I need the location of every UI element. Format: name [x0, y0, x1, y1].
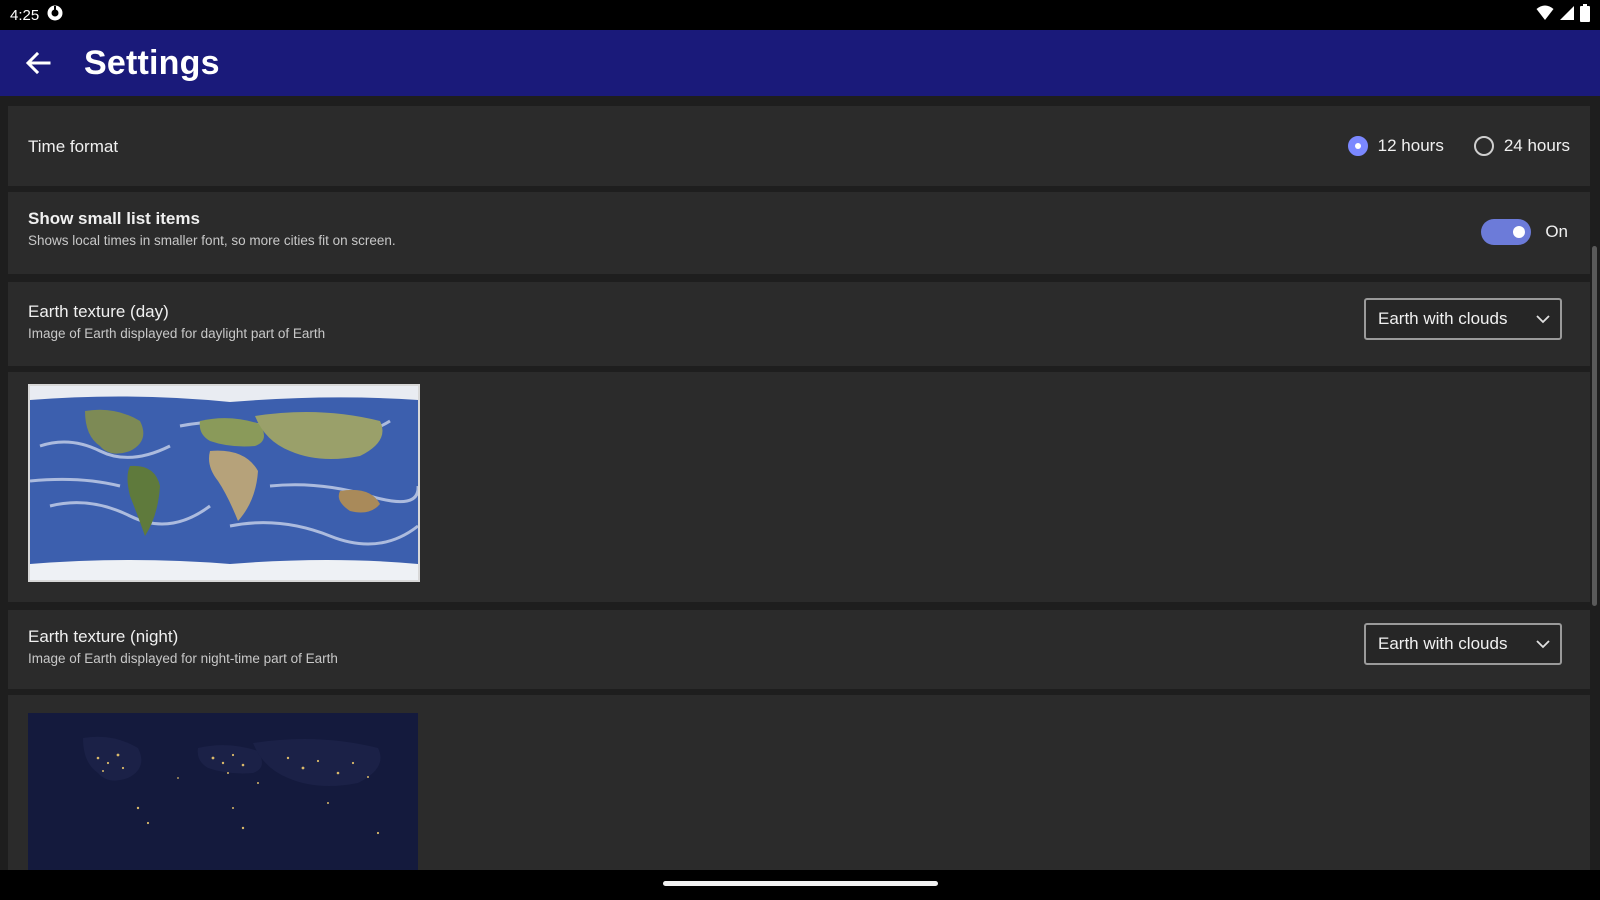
- radio-12-hours[interactable]: 12 hours: [1347, 136, 1444, 156]
- earth-day-title: Earth texture (day): [28, 302, 169, 321]
- arrow-back-icon: [25, 51, 51, 75]
- battery-icon: [1580, 4, 1590, 26]
- section-divider: [8, 689, 1590, 695]
- status-right: [1536, 4, 1590, 26]
- earth-night-subtitle: Image of Earth displayed for night-time …: [28, 651, 338, 666]
- signal-icon: [1559, 5, 1575, 25]
- time-format-label: Time format: [28, 137, 119, 156]
- earth-night-title: Earth texture (night): [28, 627, 179, 646]
- chevron-down-icon: [1536, 640, 1550, 649]
- status-bar: 4:25: [0, 0, 1600, 30]
- radio-24-hours[interactable]: 24 hours: [1473, 136, 1570, 156]
- earth-day-dropdown-value: Earth with clouds: [1378, 309, 1508, 328]
- navigation-bar: [0, 870, 1600, 900]
- radio-button-unselected: [1473, 136, 1494, 156]
- app-bar: Settings: [0, 30, 1600, 96]
- small-list-items-subtitle: Shows local times in smaller font, so mo…: [28, 233, 396, 248]
- toggle-state-label: On: [1545, 222, 1568, 241]
- scrollbar[interactable]: [1592, 246, 1597, 606]
- earth-night-dropdown[interactable]: Earth with clouds: [1364, 623, 1562, 665]
- earth-night-texture-image: [28, 713, 418, 873]
- toggle-switch: [1481, 219, 1532, 245]
- chevron-down-icon: [1536, 315, 1550, 324]
- small-list-items-toggle[interactable]: On: [1481, 219, 1568, 245]
- time-format-row: Time format 12 hours 24 hours: [8, 106, 1590, 186]
- status-time: 4:25: [10, 6, 40, 24]
- radio-button-selected: [1347, 136, 1368, 156]
- back-button[interactable]: [18, 43, 58, 83]
- earth-night-dropdown-value: Earth with clouds: [1378, 634, 1508, 653]
- earth-day-subtitle: Image of Earth displayed for daylight pa…: [28, 326, 326, 341]
- radio-12-hours-label: 12 hours: [1377, 136, 1444, 155]
- wifi-icon: [1536, 5, 1554, 25]
- small-list-items-row[interactable]: Show small list items Shows local times …: [8, 192, 1590, 274]
- home-gesture-handle[interactable]: [663, 881, 938, 886]
- toggle-knob: [1513, 226, 1526, 238]
- notification-icon: [46, 4, 64, 26]
- earth-day-texture-image: [28, 384, 420, 582]
- page-title: Settings: [84, 43, 220, 82]
- earth-day-dropdown[interactable]: Earth with clouds: [1364, 298, 1562, 340]
- status-left: 4:25: [10, 4, 64, 26]
- android-screen: 4:25 Settings Time format 12 hours 24 ho…: [0, 0, 1600, 900]
- small-list-items-title: Show small list items: [28, 209, 200, 228]
- section-divider: [8, 366, 1590, 372]
- radio-24-hours-label: 24 hours: [1503, 136, 1570, 155]
- time-format-radio-group: 12 hours 24 hours: [1347, 136, 1570, 156]
